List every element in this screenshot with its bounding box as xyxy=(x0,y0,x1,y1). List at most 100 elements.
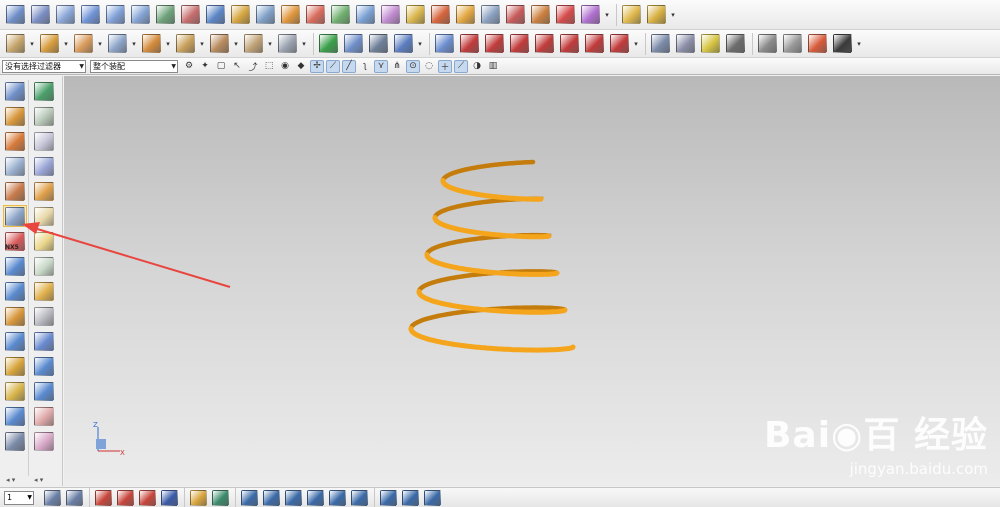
dropdown-arrow-icon[interactable]: ▾ xyxy=(417,40,423,48)
point-on-face-icon[interactable]: ◑ xyxy=(470,60,484,73)
chamfer-curve-button[interactable] xyxy=(558,32,581,55)
section-surface-button[interactable] xyxy=(179,3,202,26)
shell-button[interactable] xyxy=(3,405,27,427)
point-on-curve-icon[interactable]: ⟋ xyxy=(454,59,468,73)
thread-spring-button[interactable] xyxy=(32,305,56,327)
face-blend-button[interactable] xyxy=(279,3,302,26)
x-form-button[interactable] xyxy=(479,3,502,26)
trim-body-button[interactable] xyxy=(404,3,427,26)
offset-face-button[interactable] xyxy=(329,3,352,26)
rect-select-icon[interactable]: ⬚ xyxy=(262,60,276,73)
boss-button[interactable] xyxy=(106,32,129,55)
datum-csys-button[interactable] xyxy=(392,32,415,55)
styled-sweep-button[interactable] xyxy=(579,3,602,26)
ruled-surface-button[interactable] xyxy=(79,3,102,26)
cylinder-button[interactable] xyxy=(3,280,27,302)
crescent-button[interactable] xyxy=(32,230,56,252)
transition-button[interactable] xyxy=(229,3,252,26)
select-icon[interactable]: ▢ xyxy=(214,60,228,73)
ruler-button[interactable] xyxy=(378,489,398,507)
spring-cylinder-button[interactable] xyxy=(649,32,672,55)
dimension-line-button[interactable] xyxy=(400,489,420,507)
assembly-box-button[interactable] xyxy=(645,3,668,26)
wcs-rotate-button[interactable] xyxy=(137,489,157,507)
n-sided-surface-button[interactable] xyxy=(204,3,227,26)
sew-button[interactable] xyxy=(429,3,452,26)
bridge-surface-button[interactable] xyxy=(254,3,277,26)
box-button[interactable] xyxy=(32,180,56,202)
dropdown-arrow-icon[interactable]: ▾ xyxy=(165,40,171,48)
mid-point-snap-icon[interactable]: ⟋ xyxy=(326,59,340,73)
rotate-view-button[interactable] xyxy=(305,489,325,507)
sheet-metal-button[interactable] xyxy=(756,32,779,55)
eye-icon[interactable]: ◉ xyxy=(278,60,292,73)
wcs-save-button[interactable] xyxy=(159,489,179,507)
datum-plane-button[interactable] xyxy=(32,80,56,102)
wcs-origin-button[interactable] xyxy=(93,489,113,507)
styled-blend-button[interactable] xyxy=(304,3,327,26)
thicken-button[interactable] xyxy=(3,430,27,452)
dropdown-arrow-icon[interactable]: ▾ xyxy=(63,40,69,48)
extrude-button[interactable] xyxy=(3,105,27,127)
lasso-icon[interactable]: ⤴ xyxy=(246,60,260,73)
gear-arc-button[interactable] xyxy=(32,380,56,402)
mirror-button[interactable] xyxy=(32,355,56,377)
groove-button[interactable] xyxy=(242,32,265,55)
project-curve-button[interactable] xyxy=(458,32,481,55)
center-snap-icon[interactable]: ⊙ xyxy=(406,59,420,73)
silhouette-flange-button[interactable] xyxy=(504,3,527,26)
dimension-button[interactable] xyxy=(831,32,854,55)
filter-reset-icon[interactable]: ⚙ xyxy=(182,60,196,73)
cone-button[interactable] xyxy=(3,305,27,327)
washer-button[interactable] xyxy=(699,32,722,55)
block-button[interactable] xyxy=(3,255,27,277)
solid-icon[interactable]: ◆ xyxy=(294,60,308,73)
work-layer-select[interactable]: 1 ▼ xyxy=(4,490,34,505)
record-icon[interactable]: ▥ xyxy=(486,60,500,73)
intersection-snap-icon[interactable]: ⋎ xyxy=(374,59,388,73)
extension-surface-button[interactable] xyxy=(379,3,402,26)
dropdown-arrow-icon[interactable]: ▾ xyxy=(633,40,639,48)
wire-button[interactable] xyxy=(724,32,747,55)
revolve-part-button[interactable] xyxy=(3,130,27,152)
bounded-plane-button[interactable] xyxy=(54,3,77,26)
pocket-button[interactable] xyxy=(140,32,163,55)
scroll-up-icon[interactable]: ◂ ▾ xyxy=(6,476,15,484)
zoom-view-button[interactable] xyxy=(327,489,347,507)
revolve-button[interactable] xyxy=(38,32,61,55)
surface-mesh-button[interactable] xyxy=(29,3,52,26)
tube-button[interactable] xyxy=(3,205,27,227)
wcs-dynamics-button[interactable] xyxy=(115,489,135,507)
brush-button[interactable] xyxy=(188,489,208,507)
curve-mesh-button[interactable] xyxy=(129,3,152,26)
dropdown-arrow-icon[interactable]: ▾ xyxy=(670,11,676,19)
chamfer-body-button[interactable] xyxy=(3,355,27,377)
fillet-curve-button[interactable] xyxy=(533,32,556,55)
draft-button[interactable] xyxy=(32,430,56,452)
measure-button[interactable] xyxy=(210,489,230,507)
workplane-button[interactable] xyxy=(64,489,84,507)
selection-scope-select[interactable]: 整个装配 ▼ xyxy=(90,59,178,73)
snap-view-button[interactable] xyxy=(239,489,259,507)
dropdown-arrow-icon[interactable]: ▾ xyxy=(301,40,307,48)
curve-on-surface-button[interactable] xyxy=(608,32,631,55)
line-snap-icon[interactable]: ╱ xyxy=(342,59,356,73)
point-set-button[interactable] xyxy=(433,32,456,55)
wireframe-box-button[interactable] xyxy=(32,405,56,427)
check-mark-button[interactable] xyxy=(317,32,340,55)
pyramid-button[interactable] xyxy=(32,155,56,177)
end-point-snap-icon[interactable]: ✢ xyxy=(310,59,324,73)
dropdown-arrow-icon[interactable]: ▾ xyxy=(131,40,137,48)
law-extension-button[interactable] xyxy=(354,3,377,26)
extrude-gear-button[interactable] xyxy=(4,32,27,55)
scroll-down-icon[interactable]: ◂ ▾ xyxy=(34,476,43,484)
datum-axis-button[interactable] xyxy=(32,105,56,127)
studio-surface-button[interactable] xyxy=(454,3,477,26)
surface-grid-button[interactable] xyxy=(4,3,27,26)
dropdown-arrow-icon[interactable]: ▾ xyxy=(199,40,205,48)
dropdown-arrow-icon[interactable]: ▾ xyxy=(233,40,239,48)
offset-curve-button[interactable] xyxy=(583,32,606,55)
through-curves-button[interactable] xyxy=(104,3,127,26)
graphics-window[interactable]: Z X Bai◉百 经验 jingyan.baidu.com xyxy=(64,76,1000,486)
dropdown-arrow-icon[interactable]: ▾ xyxy=(267,40,273,48)
